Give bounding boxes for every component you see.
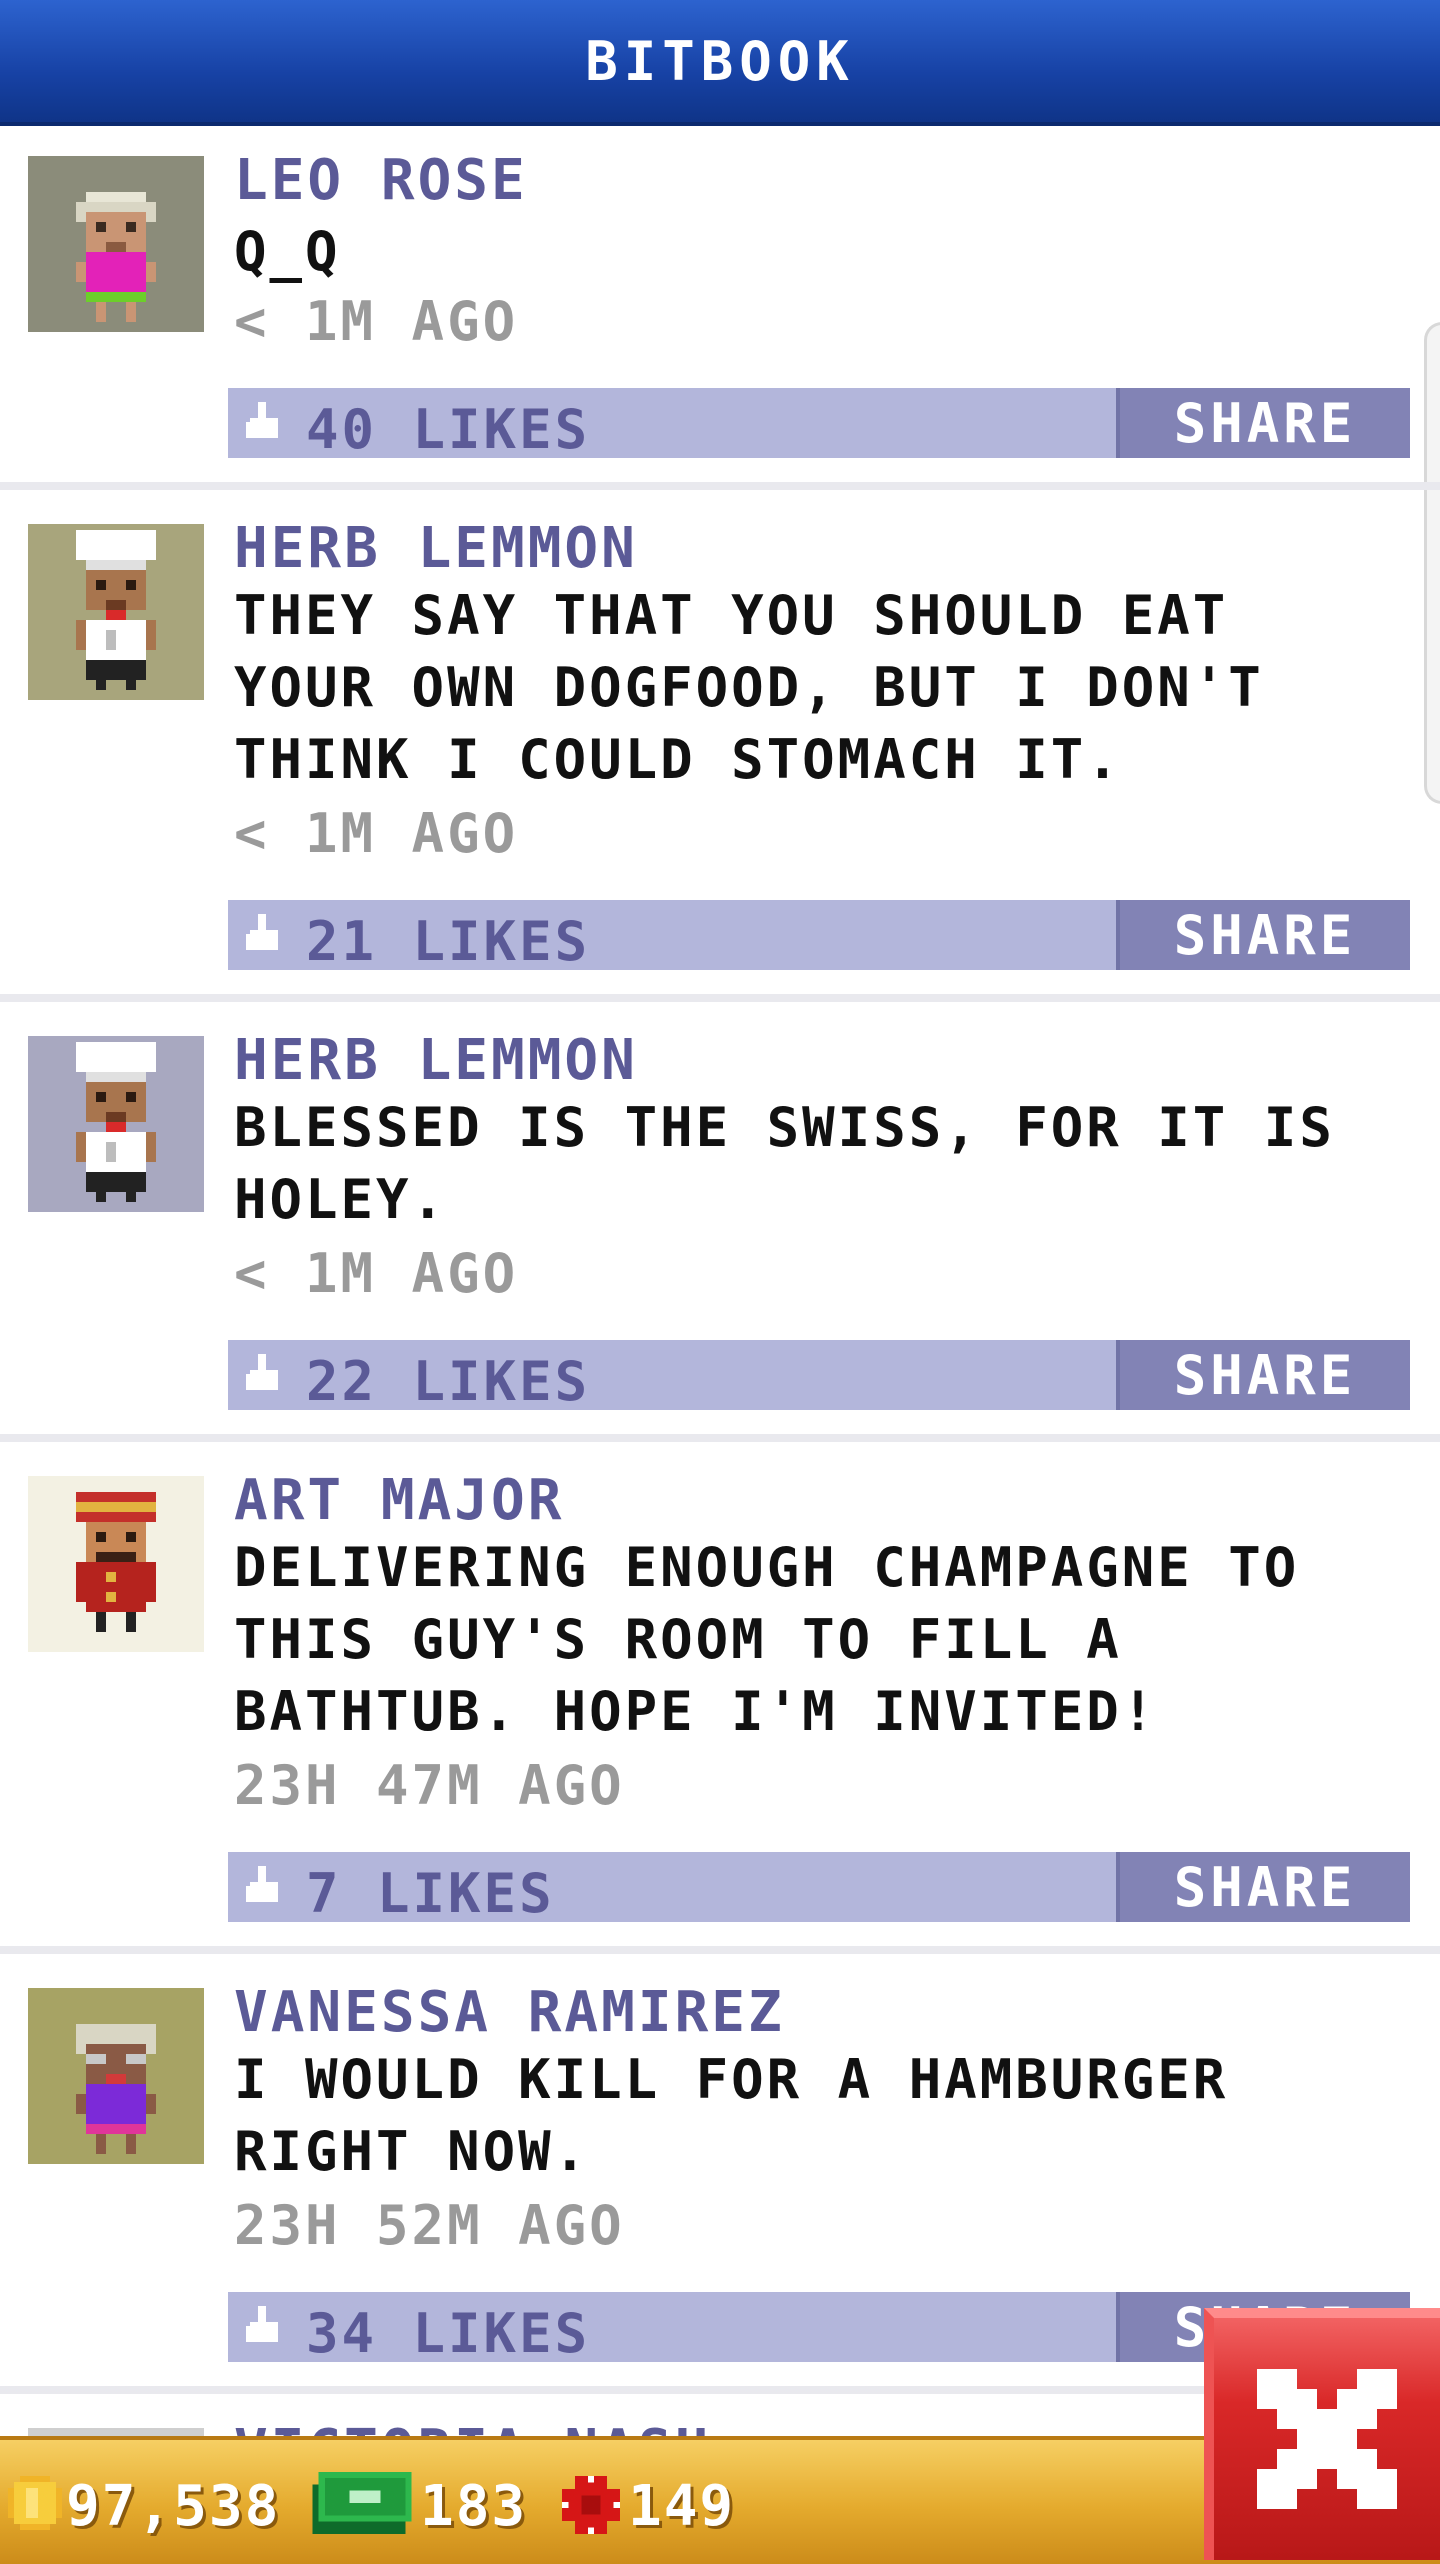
post-time: 23H 52M AGO: [234, 2194, 625, 2257]
avatar: [28, 156, 204, 332]
token-count: 149: [628, 2474, 736, 2539]
post-author[interactable]: LEO ROSE: [234, 148, 528, 213]
like-bar[interactable]: 21 LIKES SHARE: [228, 900, 1410, 973]
like-count: 34 LIKES: [306, 2302, 591, 2365]
share-button[interactable]: SHARE: [1116, 900, 1410, 970]
like-count: 7 LIKES: [306, 1862, 555, 1925]
bux-count: 183: [420, 2474, 528, 2539]
post-time: < 1M AGO: [234, 290, 519, 353]
like-count: 21 LIKES: [306, 910, 591, 973]
scrollbar[interactable]: [1424, 322, 1440, 804]
thumbs-up-icon: [246, 1354, 278, 1390]
avatar: [28, 524, 204, 700]
post-author[interactable]: HERB LEMMON: [234, 1028, 638, 1093]
avatar: [28, 1988, 204, 2164]
like-count: 22 LIKES: [306, 1350, 591, 1413]
like-bar[interactable]: 22 LIKES SHARE: [228, 1340, 1410, 1413]
post-time: < 1M AGO: [234, 802, 519, 865]
avatar: [28, 1036, 204, 1212]
gold-coin-icon: [8, 2476, 62, 2530]
post-message: Q_Q: [234, 220, 341, 283]
thumbs-up-icon: [246, 914, 278, 950]
like-bar[interactable]: 40 LIKES SHARE: [228, 388, 1410, 461]
post-message: I WOULD KILL FOR A HAMBURGER RIGHT NOW.: [234, 2048, 1229, 2183]
money-bill-icon: [312, 2472, 412, 2534]
thumbs-up-icon: [246, 402, 278, 438]
post-author[interactable]: HERB LEMMON: [234, 516, 638, 581]
app-title: BITBOOK: [585, 29, 855, 93]
divider: [0, 1434, 1440, 1442]
post-time: < 1M AGO: [234, 1242, 519, 1305]
thumbs-up-icon: [246, 1866, 278, 1902]
share-button[interactable]: SHARE: [1116, 388, 1410, 458]
close-button[interactable]: [1204, 2308, 1440, 2560]
avatar: [28, 1476, 204, 1652]
share-button[interactable]: SHARE: [1116, 1852, 1410, 1922]
coin-count: 97,538: [66, 2474, 281, 2539]
like-bar[interactable]: 7 LIKES SHARE: [228, 1852, 1410, 1925]
app-header: BITBOOK: [0, 0, 1440, 126]
post-time: 23H 47M AGO: [234, 1754, 625, 1817]
post-message: THEY SAY THAT YOU SHOULD EAT YOUR OWN DO…: [234, 584, 1264, 791]
divider: [0, 994, 1440, 1002]
close-x-icon: [1257, 2369, 1397, 2509]
divider: [0, 482, 1440, 490]
post-author[interactable]: ART MAJOR: [234, 1468, 564, 1533]
share-button[interactable]: SHARE: [1116, 1340, 1410, 1410]
post-author[interactable]: VANESSA RAMIREZ: [234, 1980, 785, 2045]
post-message: BLESSED IS THE SWISS, FOR IT IS HOLEY.: [234, 1096, 1335, 1231]
post-message: DELIVERING ENOUGH CHAMPAGNE TO THIS GUY'…: [234, 1536, 1300, 1743]
like-count: 40 LIKES: [306, 398, 591, 461]
thumbs-up-icon: [246, 2306, 278, 2342]
red-chip-icon: [562, 2476, 620, 2534]
divider: [0, 1946, 1440, 1954]
